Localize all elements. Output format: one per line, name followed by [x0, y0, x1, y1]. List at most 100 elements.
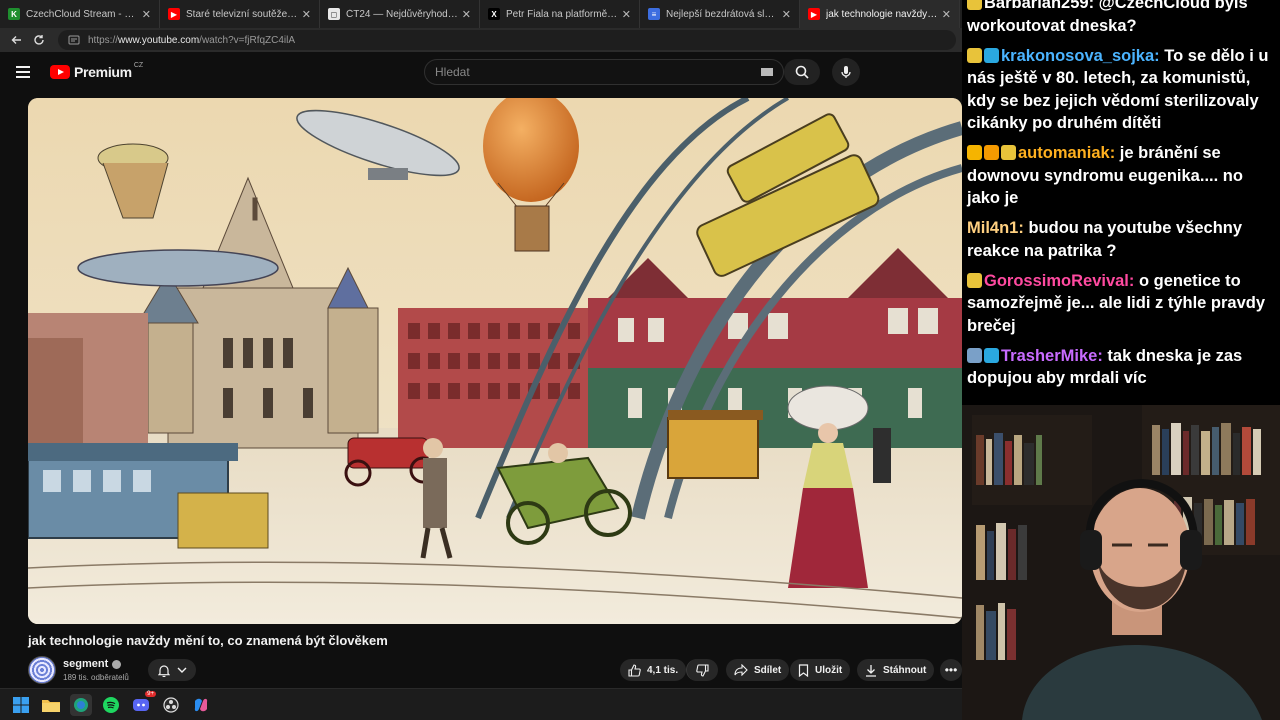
notifications-button[interactable] [148, 659, 196, 681]
video-frame-illustration [28, 98, 962, 624]
obs-icon[interactable] [160, 694, 182, 716]
chat-badge-icon [967, 47, 982, 63]
reload-button[interactable] [28, 29, 50, 51]
browser-tab[interactable]: ◻ ČT24 — Nejdůvěryhodnější zpravo ✕ [320, 0, 480, 28]
share-button[interactable]: Sdílet [726, 659, 790, 681]
chat-badge-icon [984, 145, 999, 160]
chat-colon: : [1128, 271, 1139, 290]
chat-colon: : [1154, 46, 1165, 65]
site-info-icon[interactable] [68, 34, 80, 46]
close-tab-icon[interactable]: ✕ [302, 8, 311, 21]
chat-badge-icon [967, 347, 982, 363]
search-box [424, 59, 784, 85]
youtube-brand: Premium [74, 64, 132, 80]
chat-username[interactable]: Barbarian259 [984, 0, 1089, 12]
red-brick-building [398, 308, 598, 448]
chat-message: GorossimoRevival: o genetice to samozřej… [967, 270, 1277, 338]
streetcar [28, 443, 269, 549]
channel-name[interactable]: segment [63, 658, 122, 670]
menu-button[interactable] [16, 62, 36, 82]
save-button[interactable]: Uložit [790, 659, 851, 681]
back-button[interactable] [6, 29, 28, 51]
chat-badge-icon [967, 0, 982, 10]
share-icon [734, 664, 748, 676]
search-input[interactable] [435, 65, 761, 79]
file-explorer-icon[interactable] [40, 694, 62, 716]
bookmark-icon [798, 663, 809, 677]
close-tab-icon[interactable]: ✕ [142, 8, 151, 21]
download-icon [866, 664, 876, 677]
search-button[interactable] [784, 59, 820, 85]
discord-notification-badge: 9+ [145, 690, 156, 697]
close-tab-icon[interactable]: ✕ [782, 8, 791, 21]
url-host: www.youtube.com [118, 34, 200, 46]
subscriber-count: 189 tis. odběratelů [63, 673, 129, 682]
tab-favicon-icon: K [8, 8, 20, 20]
chat-badge-icon [984, 47, 999, 63]
download-button[interactable]: Stáhnout [857, 659, 935, 681]
browser-tab[interactable]: ▶ Staré televizní soutěže: návrat do s ✕ [160, 0, 320, 28]
browser-tab-bar: K CzechCloud Stream - Watch Live o ✕ ▶ Staré… [0, 0, 962, 28]
spotify-icon[interactable] [100, 694, 122, 716]
chat-badge-icon [984, 347, 999, 363]
tab-title: Nejlepší bezdrátová sluchátka 202 [666, 8, 778, 20]
chat-colon: : [1097, 346, 1108, 365]
copilot-icon[interactable] [190, 694, 212, 716]
search-icon [795, 65, 809, 79]
browser-tab[interactable]: X Petr Fiala na platformě X: „100 dní ✕ [480, 0, 640, 28]
chat-username[interactable]: TrasherMike [1001, 347, 1097, 365]
chat-message: TrasherMike: tak dneska je zas dopujou a… [967, 345, 1277, 390]
channel-avatar[interactable] [28, 656, 56, 684]
tab-favicon-icon: ▶ [168, 8, 180, 20]
tab-title: Petr Fiala na platformě X: „100 dní [506, 8, 618, 20]
like-button[interactable]: 4,1 tis. [620, 659, 687, 681]
microphone-icon [841, 66, 851, 78]
chevron-down-icon [177, 667, 186, 673]
reload-icon [34, 35, 44, 45]
close-tab-icon[interactable]: ✕ [942, 8, 951, 21]
chat-username[interactable]: automaniak [1018, 144, 1110, 162]
country-code: CZ [133, 62, 144, 69]
tab-favicon-icon: ◻ [328, 8, 340, 20]
chat-message: Mil4n1: budou na youtube všechny reakce … [967, 217, 1277, 262]
keyboard-icon[interactable] [761, 68, 773, 76]
arrow-left-icon [11, 36, 21, 44]
browser-tab[interactable]: K CzechCloud Stream - Watch Live o ✕ [0, 0, 160, 28]
chat-username[interactable]: Mil4n1 [967, 219, 1018, 237]
verified-icon [112, 659, 122, 669]
browser-tab[interactable]: ▶ jak technologie navždy mění t ✕ [800, 0, 960, 28]
chat-message: krakonosova_sojka: To se dělo i u nás je… [967, 45, 1277, 135]
address-bar[interactable]: https://www.youtube.com/watch?v=fjRfqZC4… [58, 30, 956, 50]
channel-name-text: segment [63, 658, 109, 670]
youtube-play-icon [50, 65, 70, 79]
chat-colon: : [1109, 144, 1120, 162]
url-path: /watch?v=fjRfqZC4ilA [199, 34, 296, 46]
share-label: Sdílet [754, 664, 782, 676]
chat-colon: : [1018, 219, 1029, 237]
download-label: Stáhnout [883, 664, 927, 676]
youtube-logo[interactable]: Premium CZ [50, 62, 144, 80]
chat-message: automaniak: je bránění se downovu syndro… [967, 142, 1277, 210]
browser-tab[interactable]: ≡ Nejlepší bezdrátová sluchátka 202 ✕ [640, 0, 800, 28]
voice-search-button[interactable] [832, 58, 860, 86]
stream-chat: Barbarian259: @CzechCloud byls workoutov… [962, 0, 1280, 405]
yellow-tram [667, 410, 763, 479]
edge-browser-icon[interactable] [70, 693, 92, 716]
chat-username[interactable]: krakonosova_sojka [1001, 47, 1154, 65]
dislike-button[interactable] [686, 659, 718, 681]
discord-icon[interactable]: 9+ [130, 690, 156, 716]
more-actions-button[interactable]: ••• [940, 659, 962, 681]
video-player[interactable] [28, 98, 962, 624]
streamer-webcam [962, 405, 1280, 720]
chat-username[interactable]: GorossimoRevival [984, 272, 1129, 290]
tab-favicon-icon: X [488, 8, 500, 20]
more-horizontal-icon: ••• [944, 663, 958, 677]
close-tab-icon[interactable]: ✕ [622, 8, 631, 21]
chat-badge-icon [1001, 145, 1016, 160]
chat-badge-icon [967, 272, 982, 288]
windows-start-icon[interactable] [10, 694, 32, 716]
close-tab-icon[interactable]: ✕ [462, 8, 471, 21]
windows-taskbar: 9+ [0, 688, 962, 720]
save-label: Uložit [815, 664, 843, 676]
tab-title: jak technologie navždy mění t [826, 8, 938, 20]
